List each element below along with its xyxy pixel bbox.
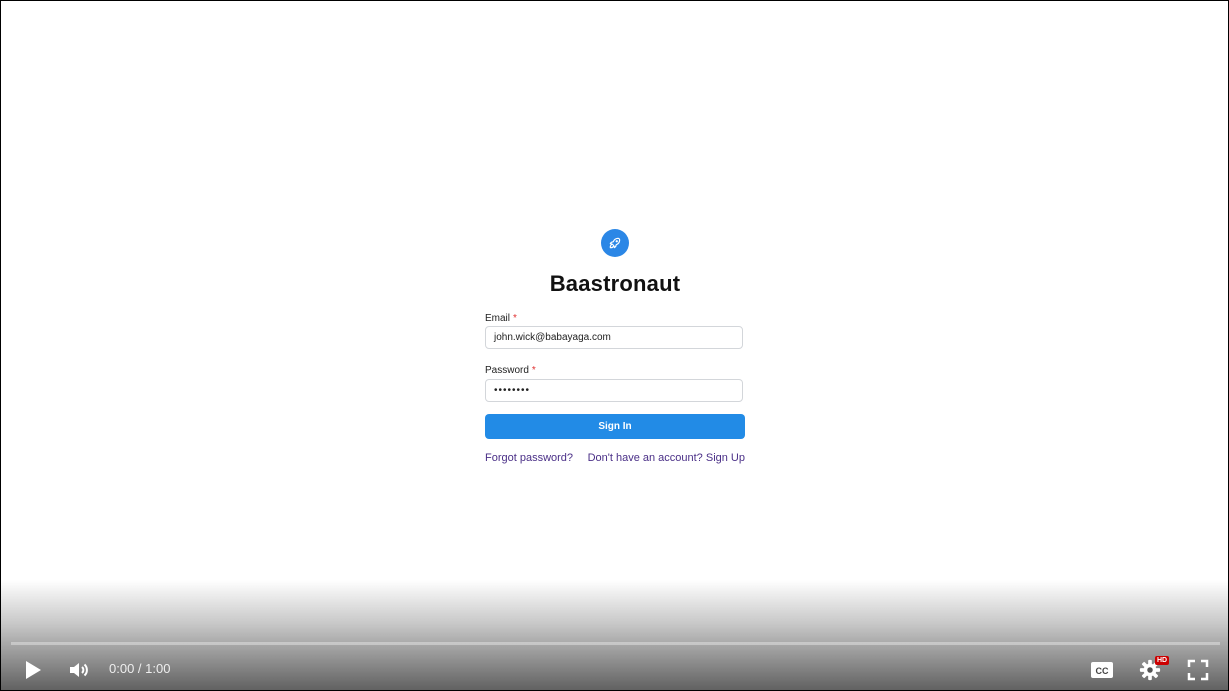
- player-controls-overlay: [1, 580, 1228, 690]
- captions-icon[interactable]: CC: [1090, 660, 1114, 680]
- password-field[interactable]: ••••••••: [485, 379, 743, 402]
- email-field[interactable]: john.wick@babayaga.com: [485, 326, 743, 349]
- rocket-icon: [601, 229, 629, 257]
- progress-bar[interactable]: [11, 642, 1220, 645]
- email-required-mark: *: [513, 313, 517, 324]
- svg-text:CC: CC: [1096, 666, 1109, 676]
- password-value: ••••••••: [494, 385, 531, 396]
- fullscreen-icon[interactable]: [1186, 658, 1210, 682]
- password-label: Password *: [485, 365, 536, 376]
- hd-badge: HD: [1155, 656, 1170, 665]
- time-display: 0:00 / 1:00: [109, 661, 171, 676]
- email-label-text: Email: [485, 313, 511, 324]
- password-required-mark: *: [531, 365, 536, 376]
- volume-icon[interactable]: [67, 658, 91, 682]
- sign-in-button[interactable]: Sign In: [485, 414, 745, 439]
- forgot-password-link[interactable]: Forgot password?: [485, 452, 573, 464]
- play-icon[interactable]: [21, 657, 45, 683]
- app-title: Baastronaut: [549, 271, 681, 296]
- video-frame: Baastronaut Email * john.wick@babayaga.co…: [0, 0, 1229, 691]
- email-label: Email *: [485, 313, 517, 324]
- sign-up-link[interactable]: Don't have an account? Sign Up: [588, 452, 745, 464]
- password-label-text: Password: [485, 365, 529, 376]
- email-value: john.wick@babayaga.com: [494, 332, 611, 343]
